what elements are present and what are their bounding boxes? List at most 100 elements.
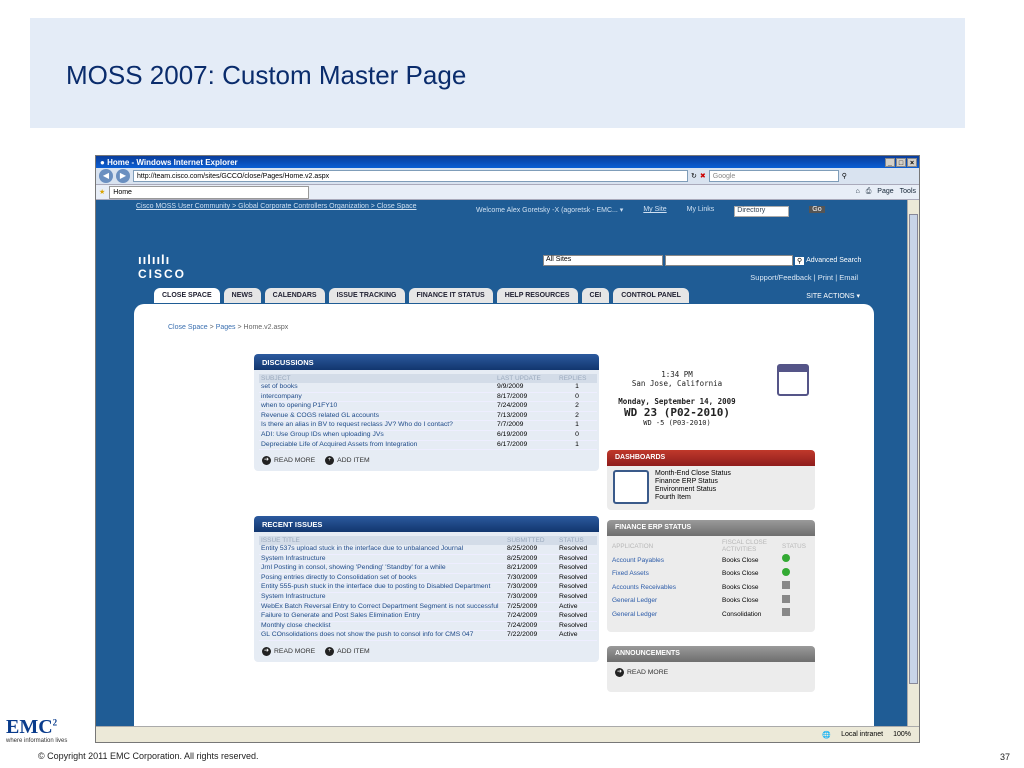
tab-home[interactable]: Home	[109, 185, 310, 199]
issue-title[interactable]: Entity 537s upload stuck in the interfac…	[259, 545, 505, 555]
table-row[interactable]: General Ledger Books Close	[611, 594, 811, 609]
url-input[interactable]: http://team.cisco.com/sites/GCCO/close/P…	[133, 170, 688, 182]
tab-control-panel[interactable]: CONTROL PANEL	[613, 288, 689, 303]
table-row[interactable]: when to opening P1FY10 7/24/2009 2	[259, 401, 597, 412]
col-status[interactable]: STATUS	[557, 536, 597, 545]
table-row[interactable]: Revenue & COGS related GL accounts 7/13/2…	[259, 411, 597, 422]
dashboard-item[interactable]: Month-End Close Status	[655, 470, 731, 478]
table-row[interactable]: ADI: Use Group IDs when uploading JVs 6/1…	[259, 430, 597, 441]
table-row[interactable]: Accounts Receivables Books Close	[611, 581, 811, 595]
col-submitted[interactable]: SUBMITTED	[505, 536, 557, 545]
issue-title[interactable]: Posing entries directly to Consolidation…	[259, 573, 505, 584]
maximize-button[interactable]: □	[896, 157, 906, 167]
erp-application[interactable]: Account Payables	[611, 554, 721, 568]
refresh-icon[interactable]: ↻	[691, 172, 697, 180]
crumb-pages[interactable]: Pages	[216, 324, 236, 331]
issue-title[interactable]: System Infrastructure	[259, 592, 505, 603]
tools-menu[interactable]: Tools	[900, 188, 916, 196]
site-breadcrumb[interactable]: Cisco MOSS User Community > Global Corpo…	[136, 203, 456, 211]
table-row[interactable]: Posing entries directly to Consolidation…	[259, 573, 597, 584]
site-search-input[interactable]	[665, 255, 793, 266]
table-row[interactable]: set of books 9/9/2009 1	[259, 383, 597, 393]
table-row[interactable]: Fixed Assets Books Close	[611, 567, 811, 582]
tab-issue-tracking[interactable]: ISSUE TRACKING	[328, 288, 405, 303]
issue-title[interactable]: GL COnsolidations does not show the push…	[259, 630, 505, 641]
table-row[interactable]: Is there an alias in BV to request recla…	[259, 420, 597, 431]
home-icon[interactable]: ⌂	[855, 188, 859, 196]
table-row[interactable]: Entity 555-push stuck in the interface d…	[259, 582, 597, 593]
col-subject[interactable]: SUBJECT	[259, 374, 495, 383]
discussion-subject[interactable]: Is there an alias in BV to request recla…	[259, 420, 495, 431]
scope-select[interactable]: All Sites	[543, 255, 663, 266]
erp-application[interactable]: Accounts Receivables	[611, 581, 721, 595]
discussion-subject[interactable]: when to opening P1FY10	[259, 401, 495, 412]
table-row[interactable]: intercompany 8/17/2009 0	[259, 392, 597, 403]
dashboard-item[interactable]: Fourth Item	[655, 494, 731, 502]
search-input[interactable]: Google	[708, 170, 839, 182]
go-button[interactable]: Go	[809, 206, 825, 213]
close-button[interactable]: ×	[907, 157, 917, 167]
table-row[interactable]: System Infrastructure 8/25/2009 Resolved	[259, 554, 597, 565]
stop-icon[interactable]: ✖	[700, 172, 706, 180]
scroll-thumb[interactable]	[909, 214, 918, 684]
favorites-star-icon[interactable]: ★	[99, 188, 105, 196]
my-links-menu[interactable]: My Links	[687, 206, 715, 213]
discussion-subject[interactable]: ADI: Use Group IDs when uploading JVs	[259, 430, 495, 441]
site-search-icon[interactable]: ⚲	[795, 256, 805, 265]
erp-application[interactable]: General Ledger	[611, 608, 721, 622]
read-more-link[interactable]: ➜ READ MORE	[262, 646, 315, 656]
tab-close-space[interactable]: CLOSE SPACE	[154, 288, 220, 303]
issue-title[interactable]: Entity 555-push stuck in the interface d…	[259, 582, 505, 593]
col-replies[interactable]: REPLIES	[557, 374, 597, 383]
table-row[interactable]: GL COnsolidations does not show the push…	[259, 630, 597, 641]
issue-title[interactable]: System Infrastructure	[259, 554, 505, 565]
directory-input[interactable]: Directory	[734, 206, 790, 217]
table-row[interactable]: Jrnl Posting in consol, showing 'Pending…	[259, 563, 597, 574]
erp-application[interactable]: Fixed Assets	[611, 568, 721, 582]
tab-cei[interactable]: CEI	[581, 288, 610, 303]
table-row[interactable]: Entity 537s upload stuck in the interfac…	[259, 545, 597, 555]
table-row[interactable]: Failure to Generate and Post Sales Elimi…	[259, 611, 597, 622]
table-row[interactable]: WebEx Batch Reversal Entry to Correct De…	[259, 602, 597, 613]
erp-application[interactable]: General Ledger	[611, 595, 721, 609]
issue-title[interactable]: Failure to Generate and Post Sales Elimi…	[259, 611, 505, 622]
zoom-control[interactable]: 100%	[893, 731, 911, 738]
tab-finance-it-status[interactable]: FINANCE IT STATUS	[408, 288, 493, 303]
add-item-link[interactable]: + ADD ITEM	[325, 456, 370, 466]
minimize-button[interactable]: _	[885, 157, 895, 167]
discussion-subject[interactable]: intercompany	[259, 392, 495, 403]
issue-title[interactable]: Monthly close checklist	[259, 621, 505, 632]
discussion-subject[interactable]: set of books	[259, 383, 495, 393]
table-row[interactable]: Monthly close checklist 7/24/2009 Resolved	[259, 621, 597, 632]
read-more-link[interactable]: ➜ READ MORE	[615, 668, 668, 677]
advanced-search-link[interactable]: Advanced Search	[806, 257, 861, 264]
col-last-update[interactable]: LAST UPDATE	[495, 374, 557, 383]
table-row[interactable]: Account Payables Books Close	[611, 554, 811, 568]
my-site-link[interactable]: My Site	[643, 206, 666, 213]
back-button[interactable]: ◀	[99, 169, 113, 183]
search-icon[interactable]: ⚲	[842, 172, 847, 180]
dashboard-item[interactable]: Environment Status	[655, 486, 731, 494]
print-icon[interactable]: ⎙	[866, 188, 872, 196]
vertical-scrollbar[interactable]	[907, 200, 919, 728]
crumb-close-space[interactable]: Close Space	[168, 324, 208, 331]
table-row[interactable]: System Infrastructure 7/30/2009 Resolved	[259, 592, 597, 603]
page-menu[interactable]: Page	[877, 188, 893, 196]
welcome-menu[interactable]: Welcome Alex Goretsky -X (agoretsk - EMC…	[476, 206, 623, 214]
tab-calendars[interactable]: CALENDARS	[264, 288, 325, 303]
tab-news[interactable]: NEWS	[223, 288, 261, 303]
table-row[interactable]: Depreciable Life of Acquired Assets from…	[259, 440, 597, 451]
table-row[interactable]: General Ledger Consolidation	[611, 608, 811, 622]
forward-button[interactable]: ▶	[116, 169, 130, 183]
discussion-subject[interactable]: Depreciable Life of Acquired Assets from…	[259, 440, 495, 451]
issue-title[interactable]: Jrnl Posting in consol, showing 'Pending…	[259, 563, 505, 574]
support-links[interactable]: Support/Feedback | Print | Email	[750, 273, 858, 282]
discussion-subject[interactable]: Revenue & COGS related GL accounts	[259, 411, 495, 422]
dashboard-item[interactable]: Finance ERP Status	[655, 478, 731, 486]
col-issue-title[interactable]: ISSUE TITLE	[259, 536, 505, 545]
issue-title[interactable]: WebEx Batch Reversal Entry to Correct De…	[259, 602, 505, 613]
add-item-link[interactable]: + ADD ITEM	[325, 646, 370, 656]
site-actions-menu[interactable]: SITE ACTIONS ▾	[806, 292, 860, 300]
read-more-link[interactable]: ➜ READ MORE	[262, 456, 315, 466]
tab-help-resources[interactable]: HELP RESOURCES	[496, 288, 578, 303]
